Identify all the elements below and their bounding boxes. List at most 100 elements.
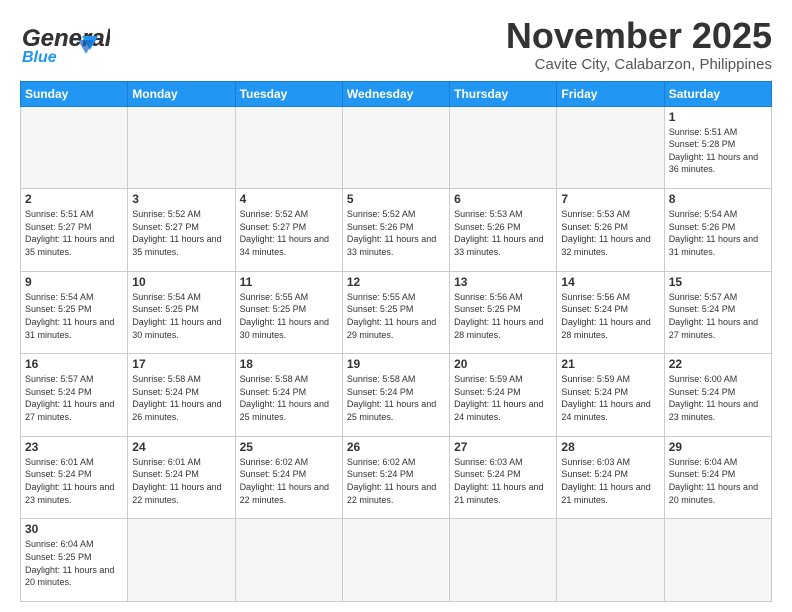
calendar-cell: 12Sunrise: 5:55 AMSunset: 5:25 PMDayligh…	[342, 271, 449, 354]
day-info: Sunrise: 5:56 AMSunset: 5:24 PMDaylight:…	[561, 291, 659, 341]
calendar-header-row: SundayMondayTuesdayWednesdayThursdayFrid…	[21, 81, 772, 106]
day-number: 25	[240, 440, 338, 454]
calendar-cell: 21Sunrise: 5:59 AMSunset: 5:24 PMDayligh…	[557, 354, 664, 437]
day-info: Sunrise: 6:00 AMSunset: 5:24 PMDaylight:…	[669, 373, 767, 423]
page: General General Blue November 2025 Cavit…	[0, 0, 792, 612]
day-info: Sunrise: 5:54 AMSunset: 5:25 PMDaylight:…	[132, 291, 230, 341]
logo-svg: General General Blue	[20, 16, 110, 64]
calendar-cell: 10 Sunrise: 5:54 AMSunset: 5:25 PMDayligh…	[128, 271, 235, 354]
day-info: Sunrise: 5:56 AMSunset: 5:25 PMDaylight:…	[454, 291, 552, 341]
calendar-cell	[450, 106, 557, 189]
day-info: Sunrise: 5:58 AMSunset: 5:24 PMDaylight:…	[240, 373, 338, 423]
calendar-cell	[235, 519, 342, 602]
day-number: 23	[25, 440, 123, 454]
calendar-cell: 24Sunrise: 6:01 AMSunset: 5:24 PMDayligh…	[128, 436, 235, 519]
calendar-cell: 28Sunrise: 6:03 AMSunset: 5:24 PMDayligh…	[557, 436, 664, 519]
day-number: 9	[25, 275, 123, 289]
svg-text:General: General	[22, 25, 110, 52]
day-number: 4	[240, 192, 338, 206]
day-number: 19	[347, 357, 445, 371]
day-info: Sunrise: 5:55 AMSunset: 5:25 PMDaylight:…	[347, 291, 445, 341]
day-number: 20	[454, 357, 552, 371]
calendar-cell: 25Sunrise: 6:02 AMSunset: 5:24 PMDayligh…	[235, 436, 342, 519]
calendar-cell: 1 Sunrise: 5:51 AMSunset: 5:28 PMDaylight…	[664, 106, 771, 189]
day-header-wednesday: Wednesday	[342, 81, 449, 106]
calendar-week-5: 23 Sunrise: 6:01 AMSunset: 5:24 PMDayligh…	[21, 436, 772, 519]
day-info: Sunrise: 5:59 AMSunset: 5:24 PMDaylight:…	[454, 373, 552, 423]
day-info: Sunrise: 5:59 AMSunset: 5:24 PMDaylight:…	[561, 373, 659, 423]
calendar-cell	[342, 106, 449, 189]
day-number: 3	[132, 192, 230, 206]
day-number: 8	[669, 192, 767, 206]
day-number: 22	[669, 357, 767, 371]
location-title: Cavite City, Calabarzon, Philippines	[506, 56, 772, 73]
day-number: 14	[561, 275, 659, 289]
day-info: Sunrise: 5:57 AMSunset: 5:24 PMDaylight:…	[25, 373, 123, 423]
day-number: 30	[25, 522, 123, 536]
day-info: Sunrise: 6:04 AMSunset: 5:25 PMDaylight:…	[25, 538, 123, 588]
calendar-cell: 18 Sunrise: 5:58 AMSunset: 5:24 PMDayligh…	[235, 354, 342, 437]
day-header-monday: Monday	[128, 81, 235, 106]
svg-text:Blue: Blue	[22, 49, 57, 64]
day-info: Sunrise: 5:51 AMSunset: 5:28 PMDaylight:…	[669, 126, 767, 176]
day-number: 7	[561, 192, 659, 206]
calendar-cell: 30 Sunrise: 6:04 AMSunset: 5:25 PMDayligh…	[21, 519, 128, 602]
calendar-cell	[557, 106, 664, 189]
calendar-table: SundayMondayTuesdayWednesdayThursdayFrid…	[20, 81, 772, 602]
day-number: 24	[132, 440, 230, 454]
calendar-week-4: 16Sunrise: 5:57 AMSunset: 5:24 PMDayligh…	[21, 354, 772, 437]
calendar-cell: 29 Sunrise: 6:04 AMSunset: 5:24 PMDayligh…	[664, 436, 771, 519]
day-header-tuesday: Tuesday	[235, 81, 342, 106]
calendar-cell: 27Sunrise: 6:03 AMSunset: 5:24 PMDayligh…	[450, 436, 557, 519]
calendar-week-1: 1 Sunrise: 5:51 AMSunset: 5:28 PMDaylight…	[21, 106, 772, 189]
calendar-cell: 9 Sunrise: 5:54 AMSunset: 5:25 PMDaylight…	[21, 271, 128, 354]
day-number: 27	[454, 440, 552, 454]
day-info: Sunrise: 5:54 AMSunset: 5:25 PMDaylight:…	[25, 291, 123, 341]
calendar-cell	[450, 519, 557, 602]
day-number: 2	[25, 192, 123, 206]
calendar-cell: 2Sunrise: 5:51 AMSunset: 5:27 PMDaylight…	[21, 189, 128, 272]
calendar-cell	[557, 519, 664, 602]
calendar-cell: 4Sunrise: 5:52 AMSunset: 5:27 PMDaylight…	[235, 189, 342, 272]
calendar-cell	[664, 519, 771, 602]
day-number: 1	[669, 110, 767, 124]
day-number: 10	[132, 275, 230, 289]
day-info: Sunrise: 6:04 AMSunset: 5:24 PMDaylight:…	[669, 456, 767, 506]
day-info: Sunrise: 5:58 AMSunset: 5:24 PMDaylight:…	[132, 373, 230, 423]
calendar-cell	[128, 106, 235, 189]
day-number: 11	[240, 275, 338, 289]
month-title: November 2025	[506, 16, 772, 56]
calendar-cell: 11 Sunrise: 5:55 AMSunset: 5:25 PMDayligh…	[235, 271, 342, 354]
day-info: Sunrise: 5:57 AMSunset: 5:24 PMDaylight:…	[669, 291, 767, 341]
calendar-cell: 8 Sunrise: 5:54 AMSunset: 5:26 PMDaylight…	[664, 189, 771, 272]
day-info: Sunrise: 5:55 AMSunset: 5:25 PMDaylight:…	[240, 291, 338, 341]
calendar-cell: 13Sunrise: 5:56 AMSunset: 5:25 PMDayligh…	[450, 271, 557, 354]
calendar-cell: 15Sunrise: 5:57 AMSunset: 5:24 PMDayligh…	[664, 271, 771, 354]
day-info: Sunrise: 5:54 AMSunset: 5:26 PMDaylight:…	[669, 208, 767, 258]
day-number: 18	[240, 357, 338, 371]
day-info: Sunrise: 5:53 AMSunset: 5:26 PMDaylight:…	[561, 208, 659, 258]
day-number: 29	[669, 440, 767, 454]
calendar-cell	[235, 106, 342, 189]
header-title: November 2025 Cavite City, Calabarzon, P…	[506, 16, 772, 73]
day-number: 17	[132, 357, 230, 371]
calendar-cell	[342, 519, 449, 602]
day-info: Sunrise: 6:02 AMSunset: 5:24 PMDaylight:…	[347, 456, 445, 506]
calendar-cell	[128, 519, 235, 602]
logo: General General Blue	[20, 16, 110, 64]
calendar-cell: 3 Sunrise: 5:52 AMSunset: 5:27 PMDaylight…	[128, 189, 235, 272]
day-info: Sunrise: 5:52 AMSunset: 5:26 PMDaylight:…	[347, 208, 445, 258]
calendar-cell: 20 Sunrise: 5:59 AMSunset: 5:24 PMDayligh…	[450, 354, 557, 437]
calendar-cell: 5 Sunrise: 5:52 AMSunset: 5:26 PMDaylight…	[342, 189, 449, 272]
day-info: Sunrise: 6:01 AMSunset: 5:24 PMDaylight:…	[25, 456, 123, 506]
calendar-week-3: 9 Sunrise: 5:54 AMSunset: 5:25 PMDaylight…	[21, 271, 772, 354]
calendar-week-2: 2Sunrise: 5:51 AMSunset: 5:27 PMDaylight…	[21, 189, 772, 272]
day-info: Sunrise: 5:52 AMSunset: 5:27 PMDaylight:…	[132, 208, 230, 258]
day-number: 5	[347, 192, 445, 206]
day-header-saturday: Saturday	[664, 81, 771, 106]
calendar-cell: 26Sunrise: 6:02 AMSunset: 5:24 PMDayligh…	[342, 436, 449, 519]
day-number: 28	[561, 440, 659, 454]
calendar-cell	[21, 106, 128, 189]
calendar-cell: 19Sunrise: 5:58 AMSunset: 5:24 PMDayligh…	[342, 354, 449, 437]
calendar-cell: 7 Sunrise: 5:53 AMSunset: 5:26 PMDaylight…	[557, 189, 664, 272]
